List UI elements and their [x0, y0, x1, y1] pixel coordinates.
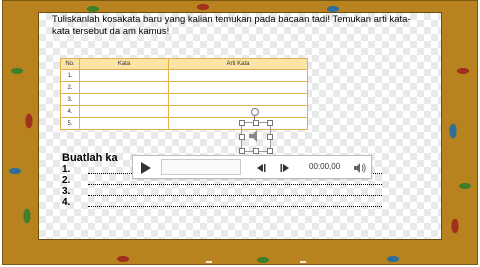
answer-line	[88, 199, 382, 207]
instruction-text: Tuliskanlah kosakata baru yang kalian te…	[52, 14, 442, 38]
row-number: 4.	[60, 105, 80, 118]
row-number: 2.	[60, 81, 80, 94]
slide-indicator	[206, 261, 212, 263]
kata-cell	[79, 81, 169, 94]
resize-handle[interactable]	[239, 120, 245, 126]
speaker-icon[interactable]	[247, 128, 263, 144]
kata-cell	[79, 69, 169, 82]
volume-icon[interactable]	[353, 161, 367, 175]
skip-forward-icon[interactable]	[279, 164, 291, 172]
time-readout: 00:00,00	[309, 162, 341, 171]
rotation-handle[interactable]	[251, 108, 259, 116]
arti-cell	[168, 117, 308, 130]
resize-handle[interactable]	[239, 134, 245, 140]
list-item: 3.	[62, 186, 382, 197]
slide-indicator	[300, 261, 306, 263]
table-header-kata: Kata	[79, 58, 169, 70]
resize-handle[interactable]	[253, 120, 259, 126]
instruction-line-1: Tuliskanlah kosakata baru yang kalian te…	[52, 14, 411, 25]
table-row: 3.	[60, 93, 308, 106]
audio-player: 00:00,00	[132, 155, 372, 179]
kata-cell	[79, 117, 169, 130]
arti-cell	[168, 93, 308, 106]
instruction-line-2: kata tersebut da am kamus!	[52, 26, 170, 37]
progress-bar[interactable]	[161, 159, 241, 175]
list-item: 4.	[62, 197, 382, 208]
row-number: 1.	[60, 69, 80, 82]
kata-cell	[79, 93, 169, 106]
item-number: 4.	[62, 197, 71, 208]
resize-handle[interactable]	[267, 120, 273, 126]
row-number: 3.	[60, 93, 80, 106]
arti-cell	[168, 69, 308, 82]
table-row: 2.	[60, 81, 308, 94]
item-number: 3.	[62, 186, 71, 197]
table-row: 4.	[60, 105, 308, 118]
item-number: 1.	[62, 164, 71, 175]
play-icon[interactable]	[141, 162, 151, 174]
item-number: 2.	[62, 175, 71, 186]
kata-cell	[79, 105, 169, 118]
table-row: 1.	[60, 69, 308, 82]
arti-cell	[168, 105, 308, 118]
skip-back-icon[interactable]	[255, 164, 267, 172]
table-header-arti: Arti Kata	[168, 58, 308, 70]
arti-cell	[168, 81, 308, 94]
table-header-no: No.	[60, 58, 80, 70]
row-number: 5.	[60, 117, 80, 130]
answer-line	[88, 188, 382, 196]
resize-handle[interactable]	[267, 134, 273, 140]
